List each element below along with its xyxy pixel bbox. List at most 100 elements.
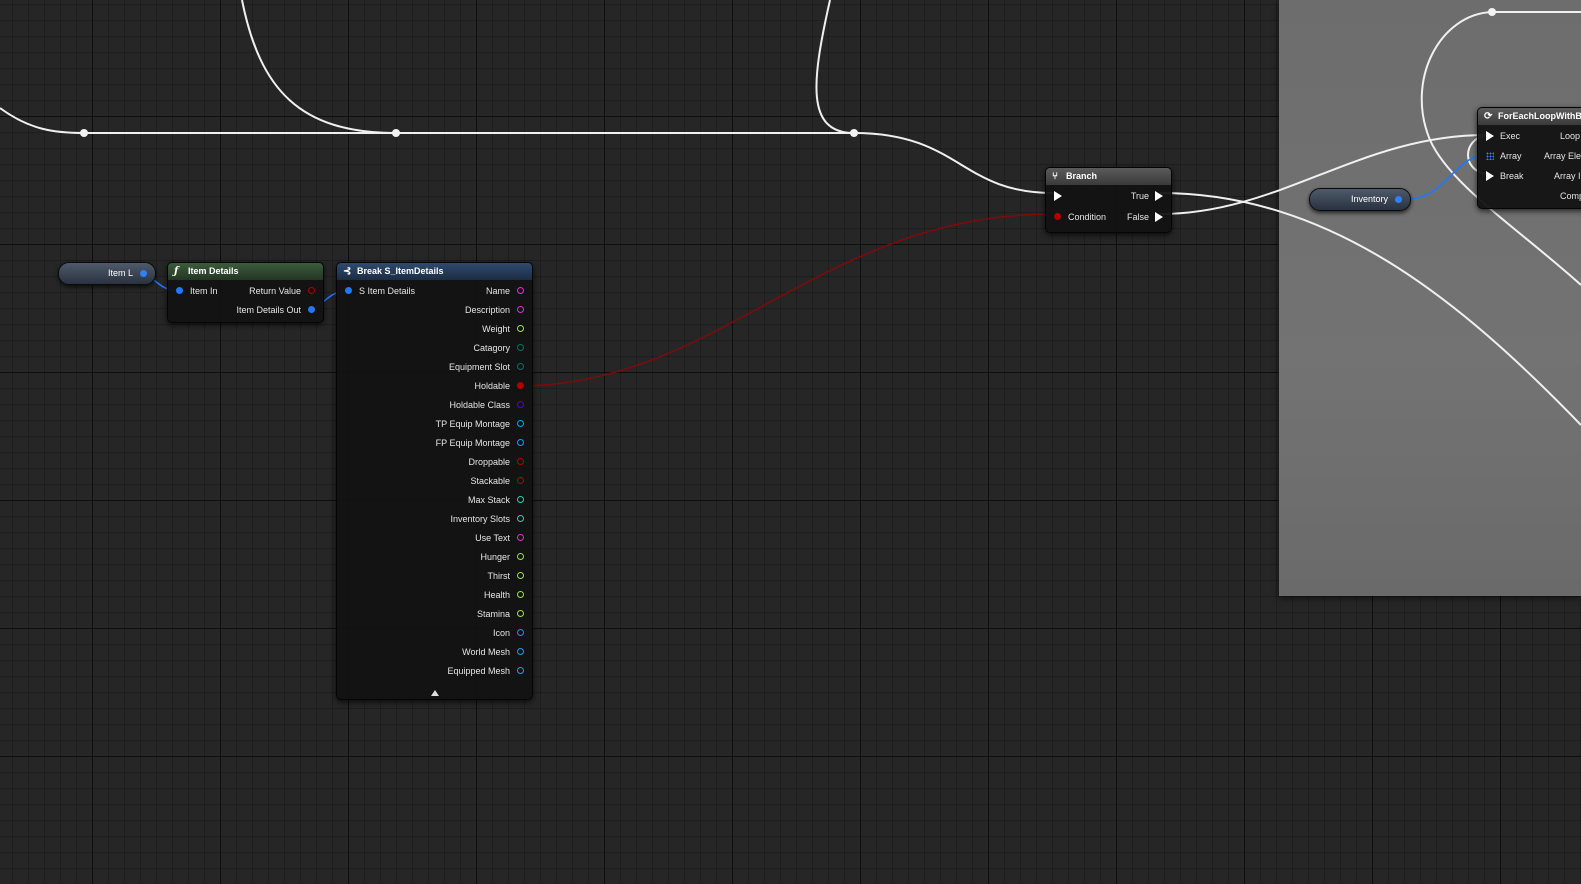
- pin-item-in[interactable]: Item In: [176, 282, 218, 300]
- pin-label: FP Equip Montage: [435, 438, 510, 448]
- reroute-node[interactable]: [392, 129, 400, 137]
- string-pin-icon: [517, 306, 524, 313]
- struct-pin[interactable]: [140, 270, 147, 277]
- pin-label: S Item Details: [359, 286, 416, 296]
- blueprint-graph-canvas[interactable]: Item L ƒ Item Details Item In Return Val…: [0, 0, 1581, 884]
- pin-stamina[interactable]: Stamina: [477, 605, 524, 623]
- pin-description[interactable]: Description: [465, 301, 524, 319]
- pin-world-mesh[interactable]: World Mesh: [462, 643, 524, 661]
- pin-label: Array In: [1554, 171, 1581, 181]
- pin-label: Comp: [1560, 191, 1581, 201]
- pin-s-item-details[interactable]: S Item Details: [345, 282, 415, 300]
- node-break-s-itemdetails[interactable]: ⊰ Break S_ItemDetails S Item Details Nam…: [336, 262, 533, 700]
- string-pin-icon: [517, 287, 524, 294]
- pin-array-index[interactable]: Array In: [1554, 167, 1581, 185]
- pin-catagory[interactable]: Catagory: [473, 339, 524, 357]
- pin-use-text[interactable]: Use Text: [475, 529, 524, 547]
- texture-pin-icon: [517, 629, 524, 636]
- pin-hunger[interactable]: Hunger: [480, 548, 524, 566]
- float-pin-icon: [517, 610, 524, 617]
- pin-break[interactable]: Break: [1486, 167, 1524, 185]
- pin-tp-equip-montage[interactable]: TP Equip Montage: [436, 415, 524, 433]
- array-grid-icon: [1486, 152, 1494, 160]
- bool-pin-icon: [517, 477, 524, 484]
- node-header: ⟳ ForEachLoopWithBre: [1478, 108, 1581, 125]
- function-icon: ƒ: [174, 266, 179, 277]
- pin-label: Catagory: [473, 343, 510, 353]
- float-pin-icon: [517, 553, 524, 560]
- node-title: Item Details: [188, 266, 239, 276]
- pin-label: Equipped Mesh: [447, 666, 510, 676]
- node-title: Break S_ItemDetails: [357, 266, 444, 276]
- variable-inventory[interactable]: Inventory: [1309, 188, 1411, 211]
- pin-label: Max Stack: [467, 495, 510, 505]
- pin-false[interactable]: False: [1127, 208, 1163, 226]
- pin-label: Inventory Slots: [450, 514, 510, 524]
- node-foreach-loop-with-break[interactable]: ⟳ ForEachLoopWithBre Exec Array Break Lo…: [1477, 107, 1581, 209]
- pin-droppable[interactable]: Droppable: [468, 453, 524, 471]
- pin-equipped-mesh[interactable]: Equipped Mesh: [447, 662, 524, 680]
- pin-array[interactable]: Array: [1486, 147, 1522, 165]
- pin-label: Equipment Slot: [448, 362, 510, 372]
- pin-equipment-slot[interactable]: Equipment Slot: [449, 358, 524, 376]
- pin-label: Condition: [1068, 212, 1107, 222]
- class-pin-icon: [517, 401, 524, 408]
- pin-label: Thirst: [487, 571, 511, 581]
- pin-health[interactable]: Health: [484, 586, 524, 604]
- pin-holdable-class[interactable]: Holdable Class: [449, 396, 524, 414]
- reroute-node[interactable]: [850, 129, 858, 137]
- variable-label: Item L: [107, 268, 133, 278]
- pin-label: Droppable: [468, 457, 510, 467]
- pin-inventory-slots[interactable]: Inventory Slots: [450, 510, 524, 528]
- struct-pin-icon: [176, 287, 183, 294]
- pin-label: Item In: [190, 286, 218, 296]
- pin-holdable[interactable]: Holdable: [474, 377, 524, 395]
- wires-layer: [0, 0, 1581, 426]
- array-pin[interactable]: [1395, 196, 1402, 203]
- node-header: ⊰ Break S_ItemDetails: [337, 263, 532, 280]
- reroute-node[interactable]: [1488, 8, 1496, 16]
- pin-icon[interactable]: Icon: [493, 624, 524, 642]
- variable-item-l[interactable]: Item L: [58, 262, 156, 285]
- integer-pin-icon: [517, 496, 524, 503]
- integer-pin-icon: [517, 515, 524, 522]
- pin-completed[interactable]: Comp: [1560, 187, 1581, 205]
- node-item-details[interactable]: ƒ Item Details Item In Return Value Item…: [167, 262, 324, 323]
- pin-label: Stamina: [476, 609, 510, 619]
- object-pin-icon: [517, 648, 524, 655]
- node-title: Branch: [1066, 171, 1098, 181]
- reroute-node[interactable]: [80, 129, 88, 137]
- exec-wire: [1159, 192, 1581, 426]
- pin-weight[interactable]: Weight: [482, 320, 524, 338]
- pin-fp-equip-montage[interactable]: FP Equip Montage: [436, 434, 524, 452]
- pin-true[interactable]: True: [1131, 187, 1163, 205]
- bool-pin-icon: [308, 287, 315, 294]
- exec-pin-icon: [1486, 171, 1494, 181]
- pin-label: Health: [483, 590, 510, 600]
- branch-icon: ⑂: [1052, 171, 1058, 182]
- pin-return-value[interactable]: Return Value: [249, 282, 315, 300]
- pin-label: Return Value: [249, 286, 301, 296]
- object-pin-icon: [517, 667, 524, 674]
- pin-name[interactable]: Name: [486, 282, 524, 300]
- pin-label: Break: [1500, 171, 1524, 181]
- pin-label: Use Text: [475, 533, 510, 543]
- pin-thirst[interactable]: Thirst: [487, 567, 524, 585]
- pin-exec-in[interactable]: [1054, 187, 1068, 205]
- pin-loop-body[interactable]: Loop: [1560, 127, 1580, 145]
- pin-label: Hunger: [480, 552, 510, 562]
- pin-stackable[interactable]: Stackable: [470, 472, 524, 490]
- exec-pin-icon: [1486, 131, 1494, 141]
- node-branch[interactable]: ⑂ Branch True Condition False: [1045, 167, 1172, 233]
- collapse-arrow-icon[interactable]: [430, 690, 439, 696]
- pin-max-stack[interactable]: Max Stack: [468, 491, 524, 509]
- bool-pin-icon: [517, 382, 524, 389]
- exec-wire: [241, 0, 397, 134]
- pin-array-element[interactable]: Array Elem: [1544, 147, 1581, 165]
- pin-item-details-out[interactable]: Item Details Out: [236, 301, 315, 319]
- byte-pin-icon: [517, 363, 524, 370]
- pin-exec[interactable]: Exec: [1486, 127, 1520, 145]
- pin-condition[interactable]: Condition: [1054, 208, 1106, 226]
- array-wire: [1407, 154, 1487, 200]
- pin-label: True: [1130, 191, 1149, 201]
